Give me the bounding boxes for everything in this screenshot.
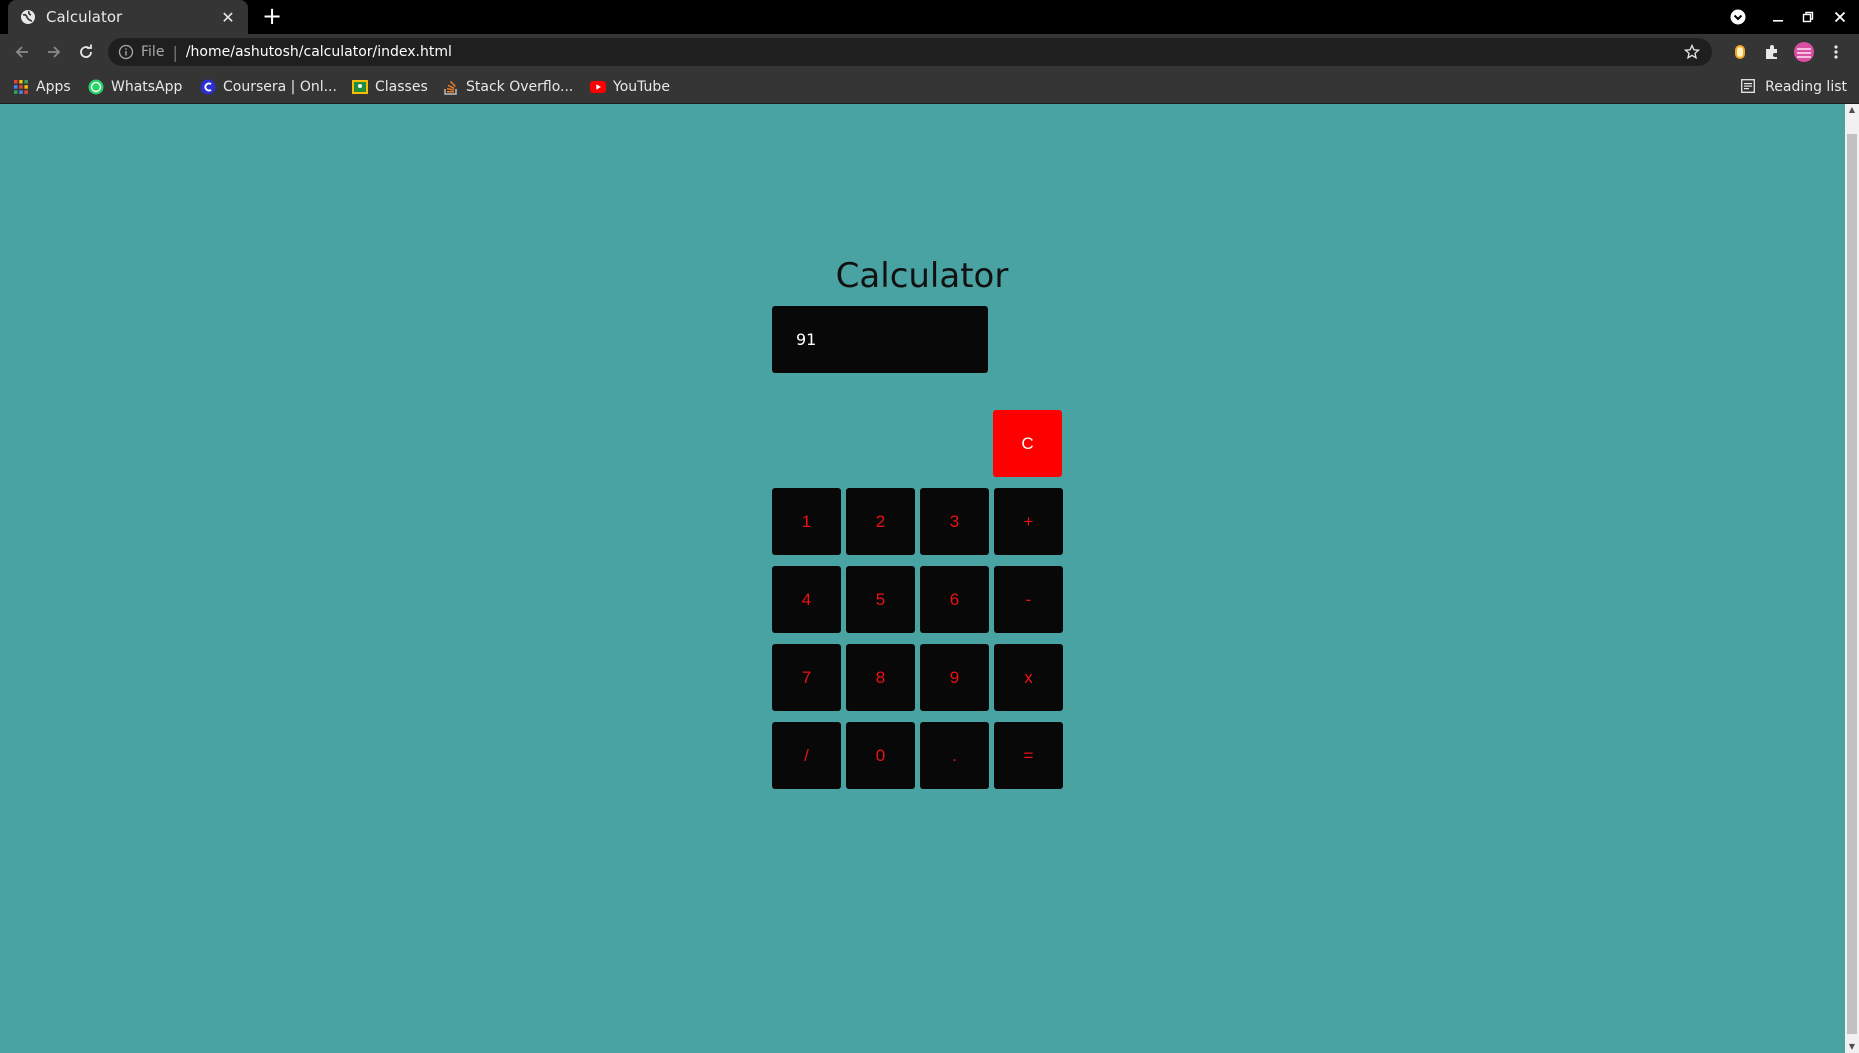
key-4[interactable]: 4 [772,566,841,633]
bookmark-label: Classes [375,79,428,95]
bookmark-label: YouTube [613,79,670,95]
restore-icon[interactable] [1796,0,1820,34]
bookmark-classes[interactable]: Classes [352,77,428,97]
scroll-down-icon[interactable]: ▼ [1845,1041,1859,1053]
scroll-up-icon[interactable]: ▲ [1845,104,1859,116]
bookmark-youtube[interactable]: YouTube [590,77,670,97]
key-7[interactable]: 7 [772,644,841,711]
bookmark-whatsapp[interactable]: WhatsApp [88,77,182,97]
reading-list-label: Reading list [1765,79,1847,95]
back-icon[interactable] [10,40,34,64]
key-5[interactable]: 5 [846,566,915,633]
key-multiply[interactable]: x [994,644,1063,711]
scrollbar-thumb[interactable] [1847,134,1857,1034]
reading-list-button[interactable]: Reading list [1741,77,1847,97]
calculator-title: Calculator [835,256,1009,296]
bookmark-star-icon[interactable] [1684,44,1700,60]
globe-icon [20,9,36,25]
profile-avatar-icon[interactable] [1794,42,1814,62]
key-minus[interactable]: - [994,566,1063,633]
extension-icon[interactable] [1730,42,1750,62]
extensions-puzzle-icon[interactable] [1762,42,1782,62]
classes-icon [352,79,368,95]
bookmark-label: Apps [36,79,71,95]
bookmark-coursera[interactable]: Coursera | Onl... [200,77,337,97]
key-divide[interactable]: / [772,722,841,789]
key-3[interactable]: 3 [920,488,989,555]
url-separator: | [172,42,178,62]
key-1[interactable]: 1 [772,488,841,555]
reading-list-icon [1741,79,1757,95]
key-6[interactable]: 6 [920,566,989,633]
page-scrollbar[interactable]: ▲ ▼ [1845,104,1859,1053]
key-8[interactable]: 8 [846,644,915,711]
coursera-icon [200,79,216,95]
apps-grid-icon [13,79,29,95]
tab-search-icon[interactable] [1726,0,1750,34]
calculator-display[interactable]: 91 [772,306,988,373]
address-bar[interactable]: File | /home/ashutosh/calculator/index.h… [108,38,1712,66]
key-decimal[interactable]: . [920,722,989,789]
whatsapp-icon [88,79,104,95]
bookmark-label: WhatsApp [111,79,183,95]
stackoverflow-icon [443,79,459,95]
new-tab-button[interactable]: + [260,4,284,29]
url-scheme: File [141,44,165,60]
tab-close-icon[interactable]: ✕ [218,8,238,27]
bookmark-label: Coursera | Onl... [223,79,337,95]
youtube-icon [590,79,606,95]
key-2[interactable]: 2 [846,488,915,555]
info-icon[interactable] [118,44,134,60]
key-plus[interactable]: + [994,488,1063,555]
bookmark-label: Stack Overflo... [466,79,574,95]
tab-title: Calculator [46,8,123,26]
clear-button[interactable]: C [993,410,1062,477]
reload-icon[interactable] [74,40,98,64]
minimize-icon[interactable] [1766,0,1790,34]
close-window-icon[interactable] [1828,0,1852,34]
key-9[interactable]: 9 [920,644,989,711]
forward-icon[interactable] [42,40,66,64]
tab-calculator[interactable]: Calculator ✕ [8,0,248,34]
bookmark-apps[interactable]: Apps [13,77,71,97]
key-equals[interactable]: = [994,722,1063,789]
key-0[interactable]: 0 [846,722,915,789]
tab-bar: Calculator ✕ + [0,0,1859,34]
bookmark-stackoverflow[interactable]: Stack Overflo... [443,77,573,97]
browser-toolbar: File | /home/ashutosh/calculator/index.h… [0,34,1859,70]
menu-kebab-icon[interactable] [1826,42,1846,62]
bookmarks-bar: Apps WhatsApp Coursera | Onl... Classes … [0,70,1859,104]
url-text[interactable]: /home/ashutosh/calculator/index.html [186,44,452,60]
